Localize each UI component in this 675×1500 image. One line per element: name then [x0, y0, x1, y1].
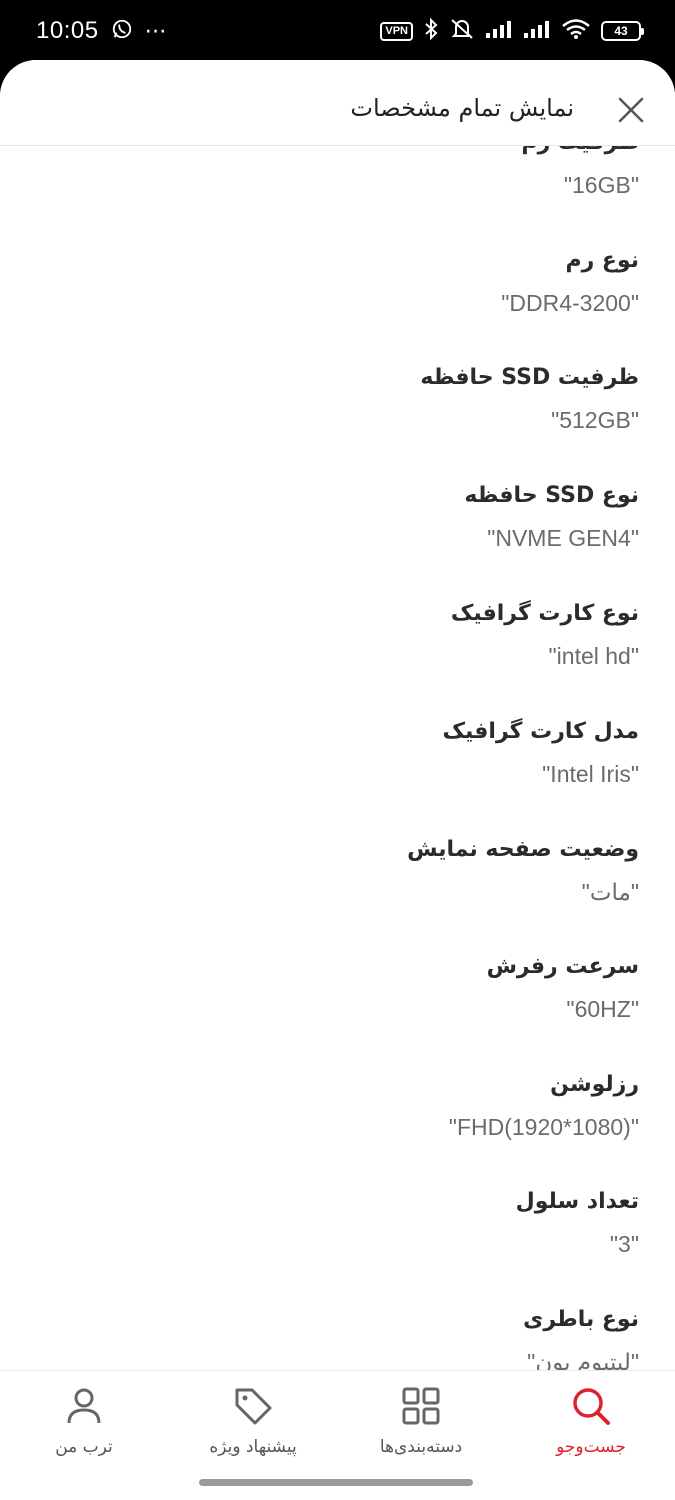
tag-icon — [235, 1388, 272, 1425]
spec-value: "16GB" — [563, 172, 639, 198]
search-icon — [573, 1388, 610, 1425]
spec-value: "NVME GEN4" — [487, 525, 639, 551]
spec-label: ظرفیت SSD حافظه — [420, 365, 639, 390]
status-time: 10:05 — [36, 17, 99, 44]
home-indicator — [199, 1479, 473, 1486]
sheet-header: نمایش تمام مشخصات — [0, 60, 675, 146]
nav-offers-label: پیشنهاد ویژه — [209, 1437, 297, 1457]
nav-profile-label: ترب من — [55, 1437, 113, 1457]
spec-value: "DDR4-3200" — [501, 290, 639, 316]
nav-search-label: جست‌وجو — [556, 1437, 626, 1457]
spec-label: ظرفیت رم — [39, 146, 639, 158]
sheet-title: نمایش تمام مشخصات — [350, 94, 574, 122]
spec-value: "intel hd" — [548, 643, 640, 669]
spec-value: "لیتیوم یون" — [527, 1349, 639, 1370]
spec-list[interactable]: ظرفیت رم "16GB" نوع رم "DDR4-3200" ظرفیت… — [0, 146, 675, 1370]
spec-item: نوع باطری "لیتیوم یون" — [39, 1305, 639, 1370]
signal-icon — [485, 19, 513, 43]
spec-item: سرعت رفرش "60HZ" — [39, 952, 639, 1024]
spec-item: رزلوشن "FHD(1920*1080)" — [39, 1070, 639, 1142]
nav-categories-label: دسته‌بندی‌ها — [379, 1437, 463, 1457]
wifi-icon — [561, 18, 591, 44]
spec-label: نوع کارت گرافیک — [450, 601, 639, 626]
bluetooth-icon — [423, 17, 439, 45]
spec-label: رزلوشن — [550, 1072, 639, 1097]
spec-label: وضعیت صفحه نمایش — [407, 837, 639, 862]
nav-offers[interactable]: پیشنهاد ویژه — [169, 1371, 337, 1471]
mute-icon — [449, 17, 475, 45]
specs-sheet: نمایش تمام مشخصات ظرفیت رم "16GB" نوع رم… — [0, 60, 675, 1500]
status-bar: 10:05 ⋯ VPN 43 — [0, 0, 675, 62]
battery-indicator: 43 — [601, 21, 644, 41]
more-notifications-icon: ⋯ — [144, 18, 167, 44]
spec-value: "3" — [609, 1231, 639, 1257]
close-icon — [618, 97, 644, 123]
spec-value: "مات" — [581, 879, 639, 905]
spec-item: نوع رم "DDR4-3200" — [39, 246, 639, 318]
signal-icon-2 — [523, 19, 551, 43]
spec-item: ظرفیت SSD حافظه "512GB" — [39, 363, 639, 435]
spec-label: تعداد سلول — [515, 1189, 639, 1214]
spec-value: "512GB" — [551, 407, 639, 433]
nav-profile[interactable]: ترب من — [0, 1371, 168, 1471]
spec-item: نوع کارت گرافیک "intel hd" — [39, 599, 639, 671]
nav-categories[interactable]: دسته‌بندی‌ها — [337, 1371, 505, 1471]
status-left: 10:05 ⋯ — [36, 17, 167, 45]
spec-label: نوع رم — [565, 248, 639, 273]
spec-value: "FHD(1920*1080)" — [448, 1114, 639, 1140]
spec-label: مدل کارت گرافیک — [442, 719, 640, 744]
spec-item: نوع SSD حافظه "NVME GEN4" — [39, 481, 639, 553]
user-icon — [67, 1388, 101, 1424]
spec-value: "60HZ" — [566, 996, 639, 1022]
close-button[interactable] — [617, 96, 645, 124]
spec-item: وضعیت صفحه نمایش "مات" — [39, 835, 639, 907]
spec-label: نوع باطری — [523, 1307, 639, 1332]
whatsapp-icon — [111, 18, 133, 44]
spec-item: تعداد سلول "3" — [39, 1187, 639, 1259]
status-right: VPN 43 — [380, 17, 644, 45]
spec-item: مدل کارت گرافیک "Intel Iris" — [39, 717, 640, 789]
spec-value: "Intel Iris" — [542, 761, 639, 787]
spec-label: سرعت رفرش — [486, 954, 639, 979]
vpn-badge: VPN — [380, 21, 413, 41]
spec-item: ظرفیت رم "16GB" — [39, 146, 639, 200]
grid-icon — [402, 1387, 440, 1425]
nav-search[interactable]: جست‌وجو — [507, 1371, 675, 1471]
spec-label: نوع SSD حافظه — [464, 483, 639, 508]
